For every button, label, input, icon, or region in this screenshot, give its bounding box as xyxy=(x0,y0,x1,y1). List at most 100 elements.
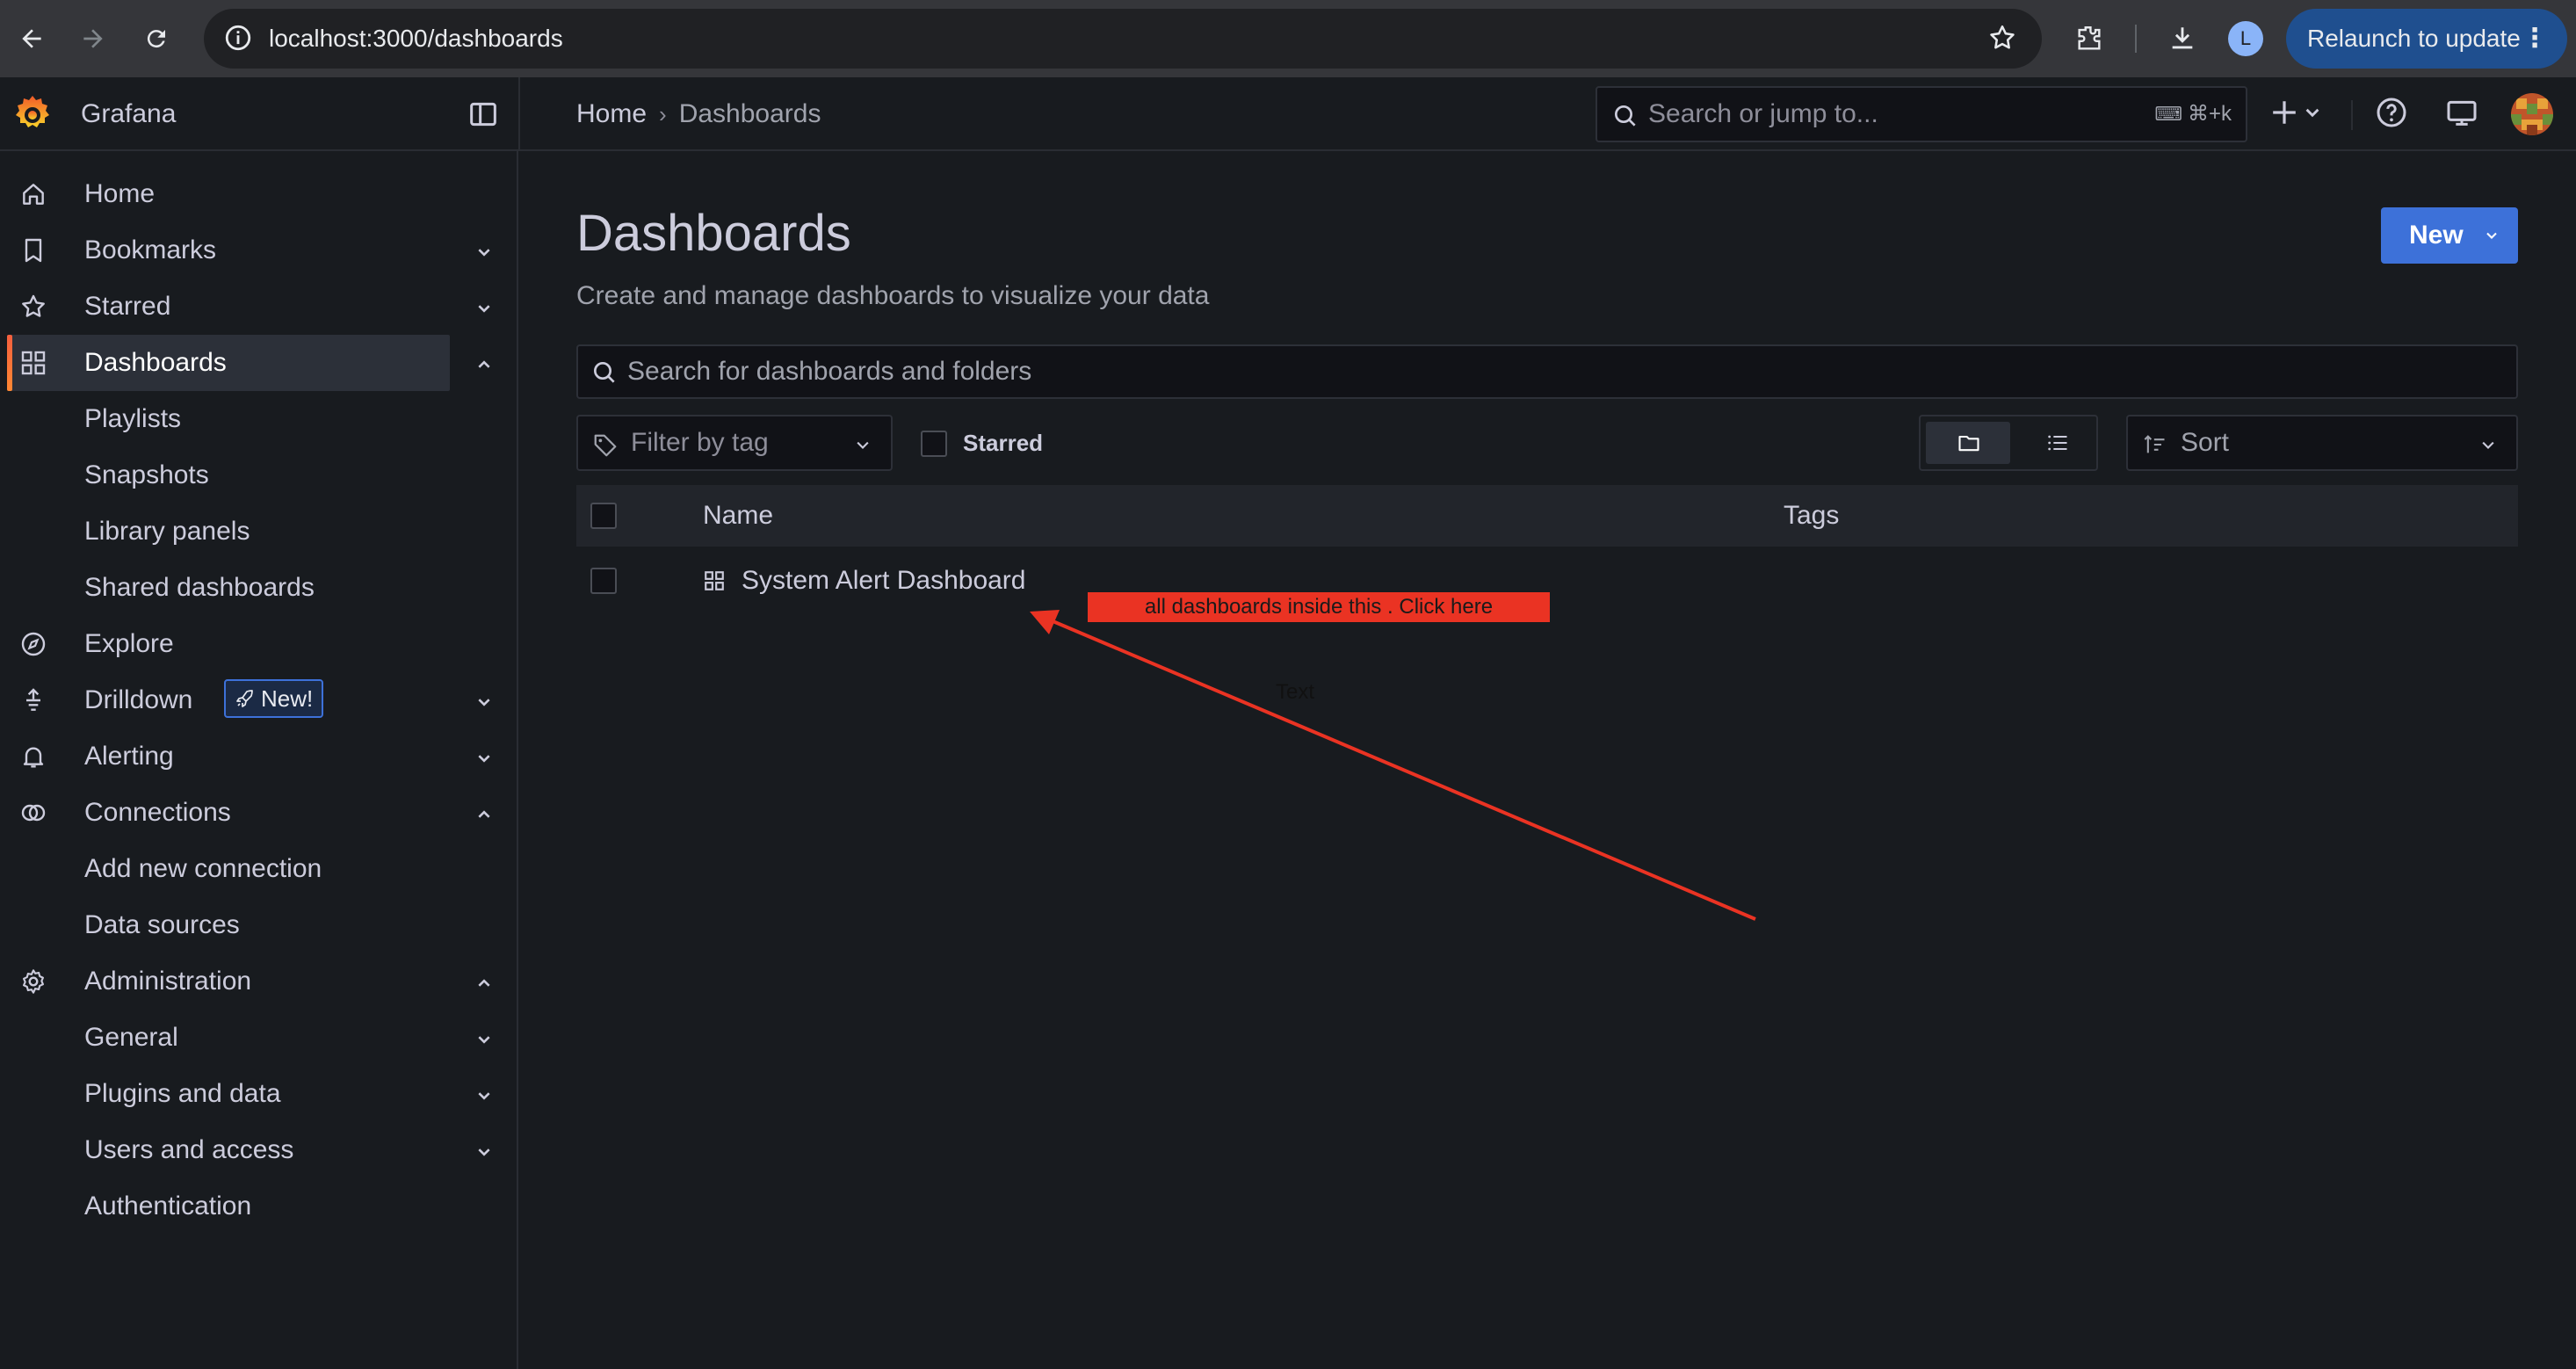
sidebar-item-explore[interactable]: Explore xyxy=(7,616,450,672)
connections-icon xyxy=(19,799,47,827)
sidebar-item-general[interactable]: General xyxy=(84,1010,178,1066)
global-search-placeholder: Search or jump to... xyxy=(1648,99,1878,128)
dashboard-search-placeholder: Search for dashboards and folders xyxy=(627,357,1032,386)
toolbar-divider xyxy=(2135,25,2137,53)
page-subtitle: Create and manage dashboards to visualiz… xyxy=(576,281,1210,310)
chevron-down-icon xyxy=(2476,432,2500,457)
table-header: Name Tags xyxy=(576,485,2518,547)
site-info-icon[interactable] xyxy=(223,23,253,53)
back-icon[interactable] xyxy=(12,19,51,58)
sidebar-item-label: Bookmarks xyxy=(84,235,217,264)
sidebar-item-label: Explore xyxy=(84,629,174,658)
help-icon[interactable] xyxy=(2374,95,2409,130)
sidebar-item-shared-dashboards[interactable]: Shared dashboards xyxy=(84,560,315,616)
new-dashboard-button[interactable]: New xyxy=(2381,207,2518,264)
chevron-down-icon[interactable] xyxy=(469,743,499,773)
sidebar-item-bookmarks[interactable]: Bookmarks xyxy=(7,222,450,279)
sidebar-item-library-panels[interactable]: Library panels xyxy=(84,503,250,560)
reload-icon[interactable] xyxy=(137,19,176,58)
add-new-button[interactable] xyxy=(2270,95,2326,130)
chevron-down-icon[interactable] xyxy=(469,687,499,717)
list-view-button[interactable] xyxy=(2026,422,2089,464)
topbar-divider xyxy=(2351,100,2353,130)
chevron-down-icon[interactable] xyxy=(469,237,499,267)
dock-menu-icon[interactable] xyxy=(466,97,501,132)
sidebar-item-data-sources[interactable]: Data sources xyxy=(84,897,240,953)
column-header-tags: Tags xyxy=(1784,501,1840,530)
sort-icon xyxy=(2142,432,2168,457)
sidebar-item-add-new-connection[interactable]: Add new connection xyxy=(84,841,322,897)
sidebar-item-plugins-and-data[interactable]: Plugins and data xyxy=(84,1066,281,1122)
search-icon xyxy=(590,359,619,387)
select-all-checkbox[interactable] xyxy=(590,503,617,529)
sidebar-divider xyxy=(518,77,520,151)
column-header-name[interactable]: Name xyxy=(703,485,773,547)
compass-icon xyxy=(19,630,47,658)
app-name[interactable]: Grafana xyxy=(81,77,176,151)
breadcrumb-current: Dashboards xyxy=(678,99,821,128)
forward-icon[interactable] xyxy=(74,19,112,58)
sidebar-item-authentication[interactable]: Authentication xyxy=(84,1178,251,1235)
bookmark-star-icon[interactable] xyxy=(1987,23,2017,53)
url-text[interactable]: localhost:3000/dashboards xyxy=(269,9,563,69)
chevron-down-icon[interactable] xyxy=(469,1025,499,1054)
sidebar-item-administration[interactable]: Administration xyxy=(7,953,450,1010)
tag-icon xyxy=(592,432,619,459)
relaunch-button[interactable]: Relaunch to update ⋮ xyxy=(2286,9,2567,69)
chevron-down-icon[interactable] xyxy=(469,293,499,323)
sidebar-item-alerting[interactable]: Alerting xyxy=(7,728,450,785)
dashboard-search-input[interactable]: Search for dashboards and folders xyxy=(576,344,2518,399)
chevron-up-icon[interactable] xyxy=(469,968,499,998)
more-vert-icon[interactable]: ⋮ xyxy=(2522,9,2548,69)
breadcrumb: Home › Dashboards xyxy=(576,77,821,151)
relaunch-label: Relaunch to update xyxy=(2307,25,2521,52)
sidebar-item-label: Administration xyxy=(84,967,252,996)
sidebar-item-playlists[interactable]: Playlists xyxy=(84,391,181,447)
profile-avatar[interactable]: L xyxy=(2228,21,2263,56)
dashboard-grid-icon xyxy=(703,569,726,592)
bookmark-icon xyxy=(19,236,47,264)
sidebar-item-dashboards[interactable]: Dashboards xyxy=(7,335,450,391)
tag-filter-select[interactable]: Filter by tag xyxy=(576,415,893,471)
chevron-up-icon[interactable] xyxy=(469,800,499,829)
grafana-logo-icon[interactable] xyxy=(12,93,53,135)
sidebar-item-label: Connections xyxy=(84,798,231,827)
new-button-label: New xyxy=(2409,221,2464,250)
sidebar-item-home[interactable]: Home xyxy=(7,166,450,222)
news-icon[interactable] xyxy=(2444,95,2479,130)
page-title: Dashboards xyxy=(576,205,851,262)
chevron-down-icon xyxy=(2486,232,2497,239)
star-icon xyxy=(19,293,47,321)
chevron-down-icon[interactable] xyxy=(469,1137,499,1167)
address-bar[interactable]: localhost:3000/dashboards xyxy=(204,9,2042,69)
sort-select[interactable]: Sort xyxy=(2126,415,2518,471)
sidebar-item-label: Dashboards xyxy=(84,348,227,377)
new-badge-label: New! xyxy=(261,685,314,712)
user-avatar[interactable] xyxy=(2511,93,2553,135)
sidebar-item-users-and-access[interactable]: Users and access xyxy=(84,1122,293,1178)
chevron-down-icon xyxy=(850,432,875,457)
extensions-icon[interactable] xyxy=(2070,19,2109,58)
bell-icon xyxy=(19,742,47,771)
starred-checkbox[interactable] xyxy=(921,431,947,457)
dashboard-link[interactable]: System Alert Dashboard xyxy=(742,550,1025,612)
sidebar-item-label: Starred xyxy=(84,292,171,321)
new-feature-badge: New! xyxy=(224,679,324,718)
keyboard-shortcut: ⌨ ⌘+k xyxy=(2154,102,2232,126)
downloads-icon[interactable] xyxy=(2163,19,2202,58)
folder-view-button[interactable] xyxy=(1926,422,2010,464)
row-checkbox[interactable] xyxy=(590,568,617,594)
sidebar-item-connections[interactable]: Connections xyxy=(7,785,450,841)
search-icon xyxy=(1611,102,1639,130)
chevron-down-icon[interactable] xyxy=(469,1081,499,1111)
sidebar-item-starred[interactable]: Starred xyxy=(7,279,450,335)
breadcrumb-home[interactable]: Home xyxy=(576,99,647,128)
annotation-callout: all dashboards inside this . Click here xyxy=(1088,592,1550,622)
cog-icon xyxy=(19,967,47,996)
nav-sidebar: Home Bookmarks Starred Dashboards Playli… xyxy=(0,151,518,1369)
annotation-text: Text xyxy=(1276,680,1315,704)
chevron-up-icon[interactable] xyxy=(469,350,499,380)
global-search-input[interactable]: Search or jump to... ⌨ ⌘+k xyxy=(1596,86,2247,142)
starred-label[interactable]: Starred xyxy=(963,415,1043,471)
sidebar-item-snapshots[interactable]: Snapshots xyxy=(84,447,209,503)
